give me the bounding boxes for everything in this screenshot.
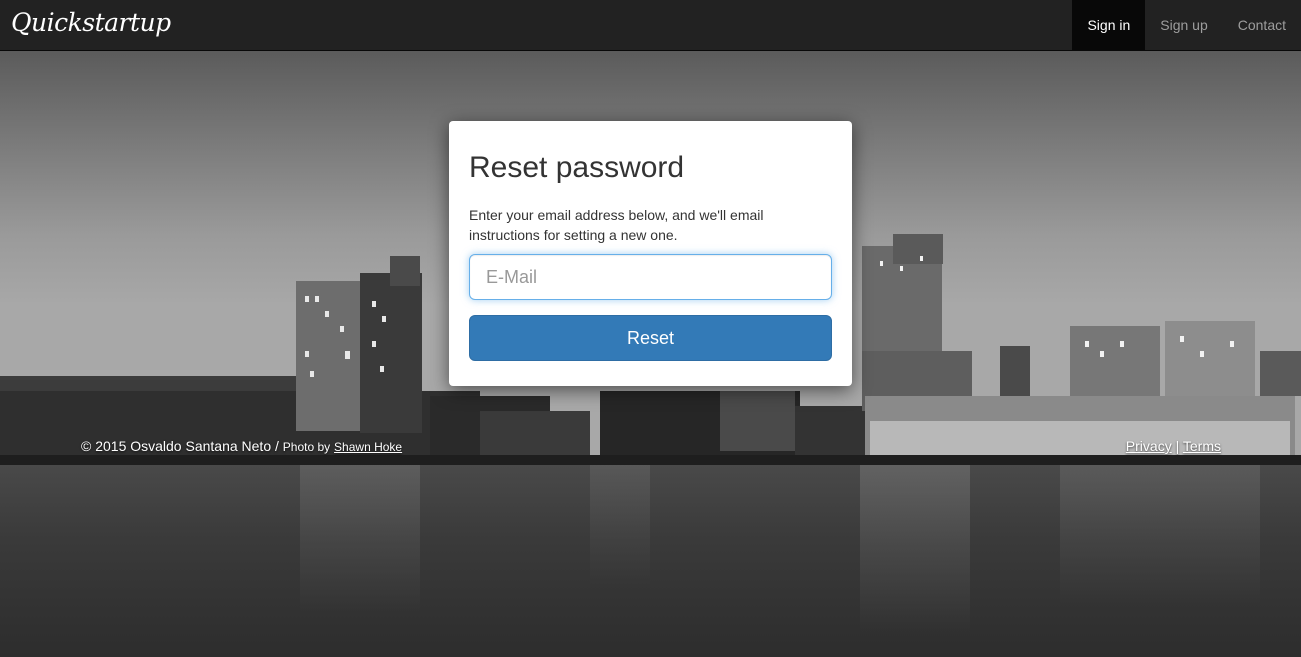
reset-button[interactable]: Reset — [469, 315, 832, 361]
footer-credits: © 2015 Osvaldo Santana Neto / Photo by S… — [81, 438, 402, 454]
email-input[interactable] — [469, 254, 832, 300]
instructions-text: Enter your email address below, and we'l… — [469, 207, 764, 243]
nav-sign-in[interactable]: Sign in — [1072, 0, 1146, 50]
photo-credit-label: Photo by — [282, 440, 331, 454]
nav-links: Sign in Sign up Contact — [1072, 0, 1301, 50]
brand-logo[interactable]: Quickstartup — [11, 8, 171, 37]
terms-link[interactable]: Terms — [1183, 438, 1221, 454]
top-navbar: Quickstartup Sign in Sign up Contact — [0, 0, 1301, 51]
copyright-text: © 2015 Osvaldo Santana Neto / — [81, 438, 279, 454]
reset-password-card: Reset password Enter your email address … — [449, 121, 852, 386]
privacy-link[interactable]: Privacy — [1126, 438, 1172, 454]
footer-links: Privacy | Terms — [1126, 438, 1221, 454]
nav-contact[interactable]: Contact — [1223, 0, 1301, 50]
photographer-link[interactable]: Shawn Hoke — [334, 440, 402, 454]
page-title: Reset password — [469, 151, 685, 184]
footer-separator: | — [1175, 438, 1180, 454]
nav-sign-up[interactable]: Sign up — [1145, 0, 1222, 50]
